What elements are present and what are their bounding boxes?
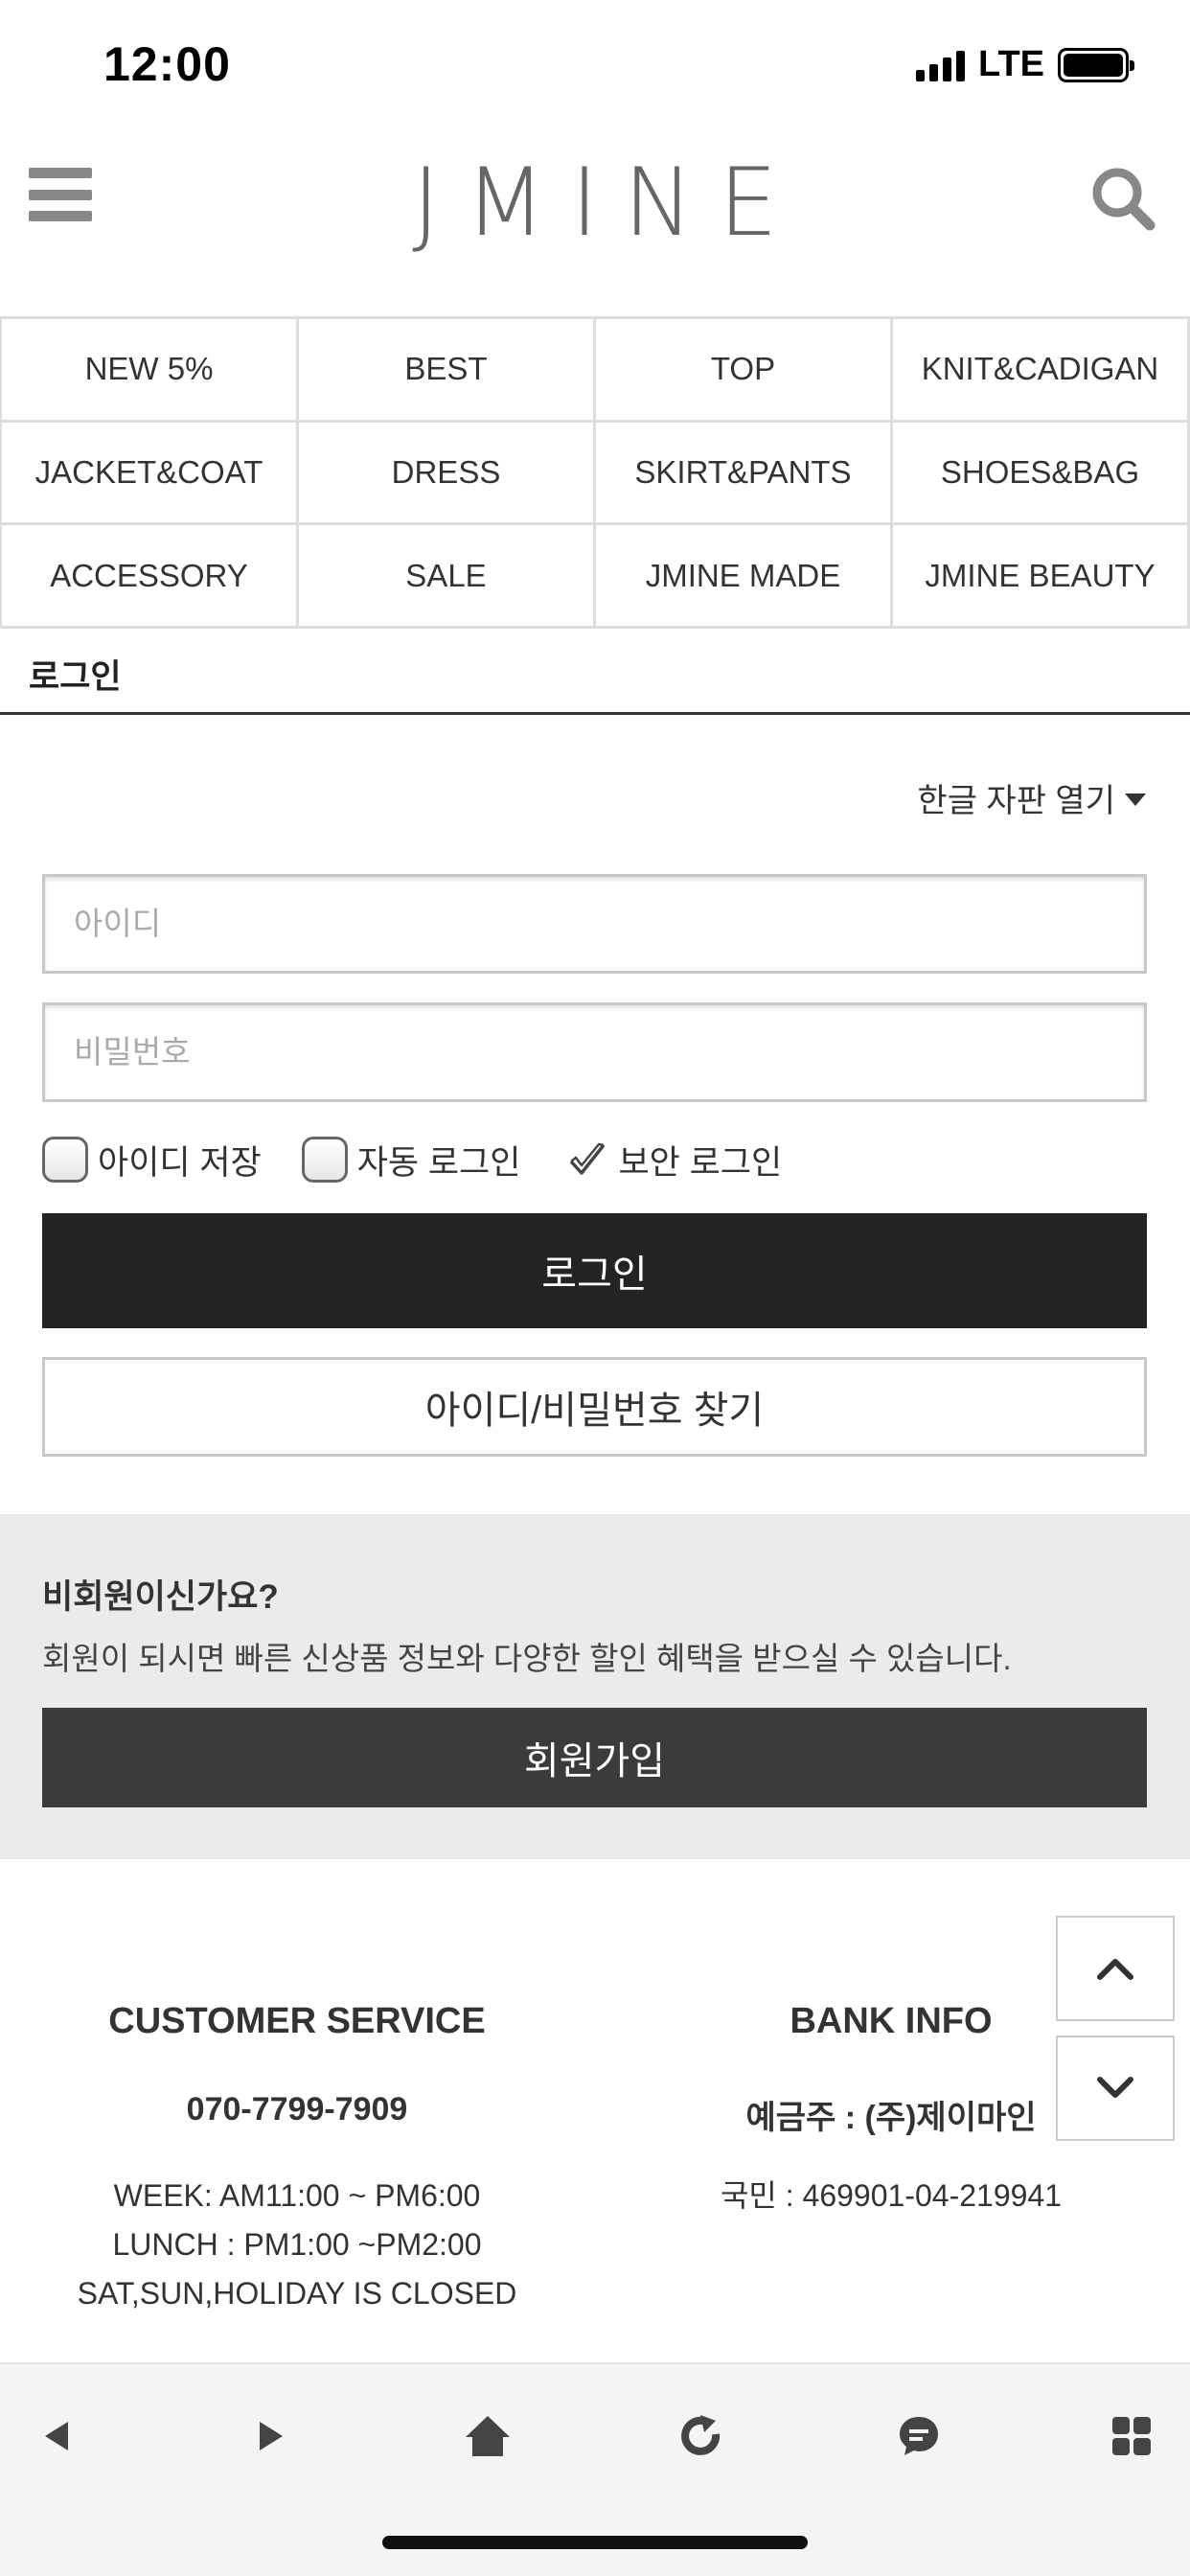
- category-jmine-beauty[interactable]: JMINE BEAUTY: [893, 525, 1190, 629]
- category-knit-cadigan[interactable]: KNIT&CADIGAN: [893, 319, 1190, 423]
- category-skirt-pants[interactable]: SKIRT&PANTS: [596, 422, 893, 526]
- save-id-label: 아이디 저장: [98, 1143, 262, 1182]
- category-accessory[interactable]: ACCESSORY: [2, 525, 299, 629]
- site-header: JMINE: [0, 129, 1190, 316]
- login-options: 아이디 저장 자동 로그인 보안 로그인: [42, 1131, 782, 1188]
- save-id-checkbox[interactable]: [42, 1137, 88, 1183]
- keyboard-toggle-label: 한글 자판 열기: [917, 783, 1115, 819]
- category-grid: NEW 5% BEST TOP KNIT&CADIGAN JACKET&COAT…: [0, 316, 1190, 629]
- back-icon[interactable]: [23, 2403, 90, 2470]
- guest-title: 비회원이신가요?: [42, 1578, 279, 1616]
- status-indicators: LTE: [916, 44, 1134, 85]
- forward-icon[interactable]: [238, 2403, 305, 2470]
- home-indicator[interactable]: [382, 2536, 808, 2549]
- logo[interactable]: JMINE: [0, 149, 1190, 258]
- password-input[interactable]: [42, 1002, 1147, 1102]
- cs-hours-week: WEEK: AM11:00 ~ PM6:00: [113, 2178, 481, 2213]
- search-icon[interactable]: [1088, 164, 1157, 233]
- guest-section: 비회원이신가요? 회원이 되시면 빠른 신상품 정보와 다양한 할인 혜택을 받…: [0, 1514, 1190, 1859]
- auto-login-checkbox[interactable]: [301, 1137, 348, 1183]
- category-jacket-coat[interactable]: JACKET&COAT: [2, 422, 299, 526]
- category-shoes-bag[interactable]: SHOES&BAG: [893, 422, 1190, 526]
- scroll-top-button[interactable]: [1056, 1916, 1175, 2021]
- find-account-button[interactable]: 아이디/비밀번호 찾기: [42, 1357, 1147, 1457]
- battery-icon: [1058, 47, 1134, 82]
- keyboard-toggle[interactable]: 한글 자판 열기: [917, 774, 1146, 821]
- chevron-up-icon: [1097, 1959, 1133, 1980]
- chevron-down-icon: [1097, 2077, 1133, 2098]
- scroll-bottom-button[interactable]: [1056, 2036, 1175, 2141]
- home-icon[interactable]: [454, 2403, 521, 2470]
- caret-down-icon: [1125, 794, 1146, 806]
- apps-grid-icon[interactable]: [1098, 2403, 1165, 2470]
- status-bar: 12:00 LTE: [0, 0, 1190, 129]
- secure-login-option[interactable]: 보안 로그인: [566, 1136, 782, 1184]
- category-jmine-made[interactable]: JMINE MADE: [596, 525, 893, 629]
- auto-login-label: 자동 로그인: [356, 1143, 521, 1182]
- page-title: 로그인: [29, 658, 122, 696]
- category-sale[interactable]: SALE: [299, 525, 596, 629]
- refresh-icon[interactable]: [667, 2403, 734, 2470]
- cs-phone[interactable]: 070-7799-7909: [38, 2091, 556, 2141]
- cs-hours-closed: SAT,SUN,HOLIDAY IS CLOSED: [77, 2276, 517, 2311]
- category-top[interactable]: TOP: [596, 319, 893, 423]
- guest-description: 회원이 되시면 빠른 신상품 정보와 다양한 할인 혜택을 받으실 수 있습니다…: [42, 1641, 1012, 1676]
- cs-heading: CUSTOMER SERVICE: [108, 2001, 486, 2041]
- network-label: LTE: [978, 44, 1044, 84]
- category-dress[interactable]: DRESS: [299, 422, 596, 526]
- cs-hours-lunch: LUNCH : PM1:00 ~PM2:00: [112, 2227, 482, 2262]
- auto-login-option[interactable]: 자동 로그인: [301, 1136, 521, 1184]
- category-new[interactable]: NEW 5%: [2, 319, 299, 423]
- id-input[interactable]: [42, 874, 1147, 974]
- save-id-option[interactable]: 아이디 저장: [42, 1136, 262, 1184]
- checkmark-icon[interactable]: [566, 1138, 608, 1181]
- status-time: 12:00: [103, 37, 231, 91]
- secure-login-label: 보안 로그인: [618, 1143, 783, 1182]
- signal-icon: [916, 49, 966, 81]
- join-button[interactable]: 회원가입: [42, 1708, 1147, 1807]
- footer: CUSTOMER SERVICE 070-7799-7909 WEEK: AM1…: [0, 1859, 1190, 2362]
- customer-service: CUSTOMER SERVICE 070-7799-7909 WEEK: AM1…: [38, 2001, 556, 2318]
- bank-account: 국민 : 469901-04-219941: [720, 2178, 1063, 2213]
- chat-icon[interactable]: [885, 2403, 952, 2470]
- category-best[interactable]: BEST: [299, 319, 596, 423]
- login-button[interactable]: 로그인: [42, 1213, 1147, 1328]
- page-title-bar: 로그인: [0, 629, 1190, 715]
